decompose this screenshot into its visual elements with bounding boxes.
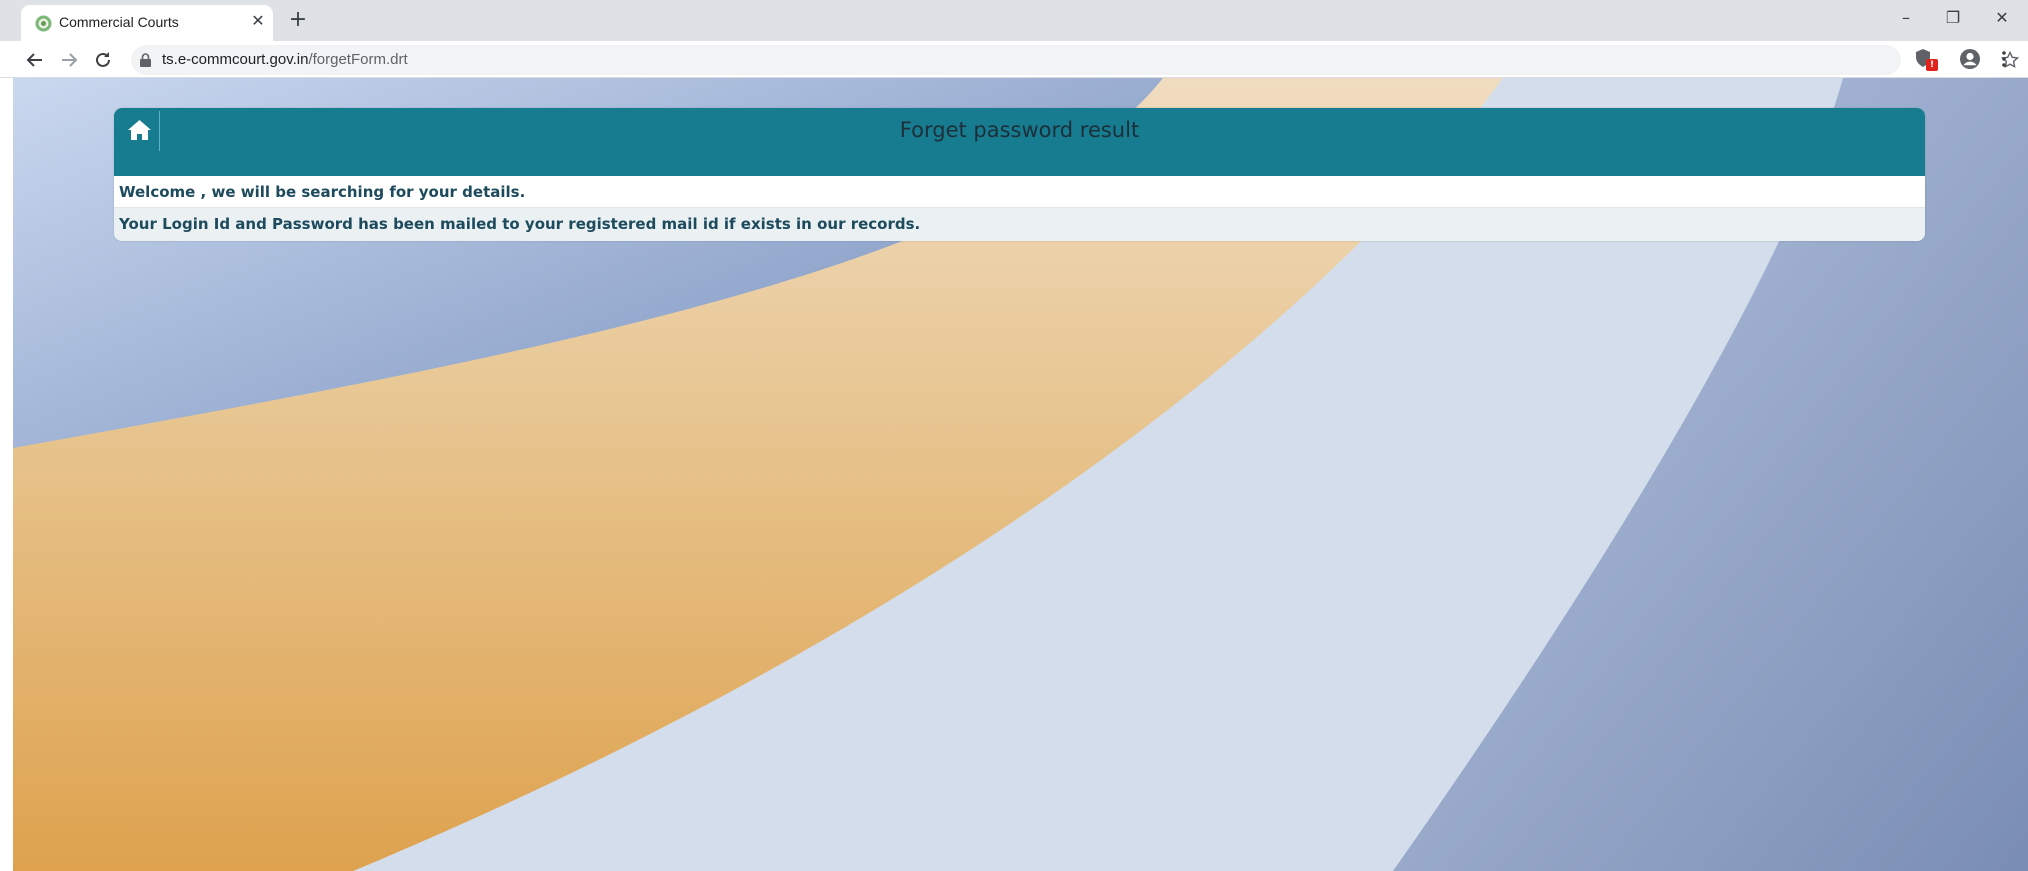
url-path: /forgetForm.drt [308, 51, 408, 68]
tab-title: Commercial Courts [59, 14, 179, 30]
tab-close-icon[interactable]: ✕ [247, 10, 269, 32]
browser-tab[interactable]: Commercial Courts ✕ [21, 5, 273, 41]
url-host: ts.e-commcourt.gov.in [162, 51, 309, 68]
welcome-message: Welcome , we will be searching for your … [114, 176, 1925, 208]
court-emblem-icon [35, 15, 52, 32]
extension-shield-icon[interactable]: ! [1912, 47, 1938, 73]
profile-avatar-icon[interactable] [1958, 47, 1982, 71]
result-panel: Forget password result Welcome , we will… [114, 108, 1925, 241]
forward-arrow-icon[interactable] [56, 47, 82, 73]
lock-icon [140, 53, 151, 67]
extension-badge: ! [1926, 59, 1938, 71]
panel-header: Forget password result [114, 108, 1925, 176]
address-bar[interactable]: ts.e-commcourt.gov.in/forgetForm.drt [131, 45, 2019, 75]
url-text: ts.e-commcourt.gov.in/forgetForm.drt [162, 51, 408, 68]
reload-icon[interactable] [90, 47, 116, 73]
browser-tabstrip: Commercial Courts ✕ + – ❐ ✕ [0, 0, 2028, 41]
page-title: Forget password result [899, 118, 1140, 142]
new-tab-button[interactable]: + [285, 8, 311, 34]
back-arrow-icon[interactable] [22, 47, 48, 73]
close-window-button[interactable]: ✕ [1979, 4, 2025, 34]
minimize-button[interactable]: – [1883, 4, 1929, 34]
kebab-menu-icon[interactable] [1994, 47, 2014, 71]
page-viewport: Forget password result Welcome , we will… [13, 78, 2028, 871]
mail-confirmation-message: Your Login Id and Password has been mail… [114, 208, 1925, 241]
browser-toolbar: ts.e-commcourt.gov.in/forgetForm.drt ! [0, 41, 2028, 78]
restore-button[interactable]: ❐ [1930, 4, 1976, 34]
